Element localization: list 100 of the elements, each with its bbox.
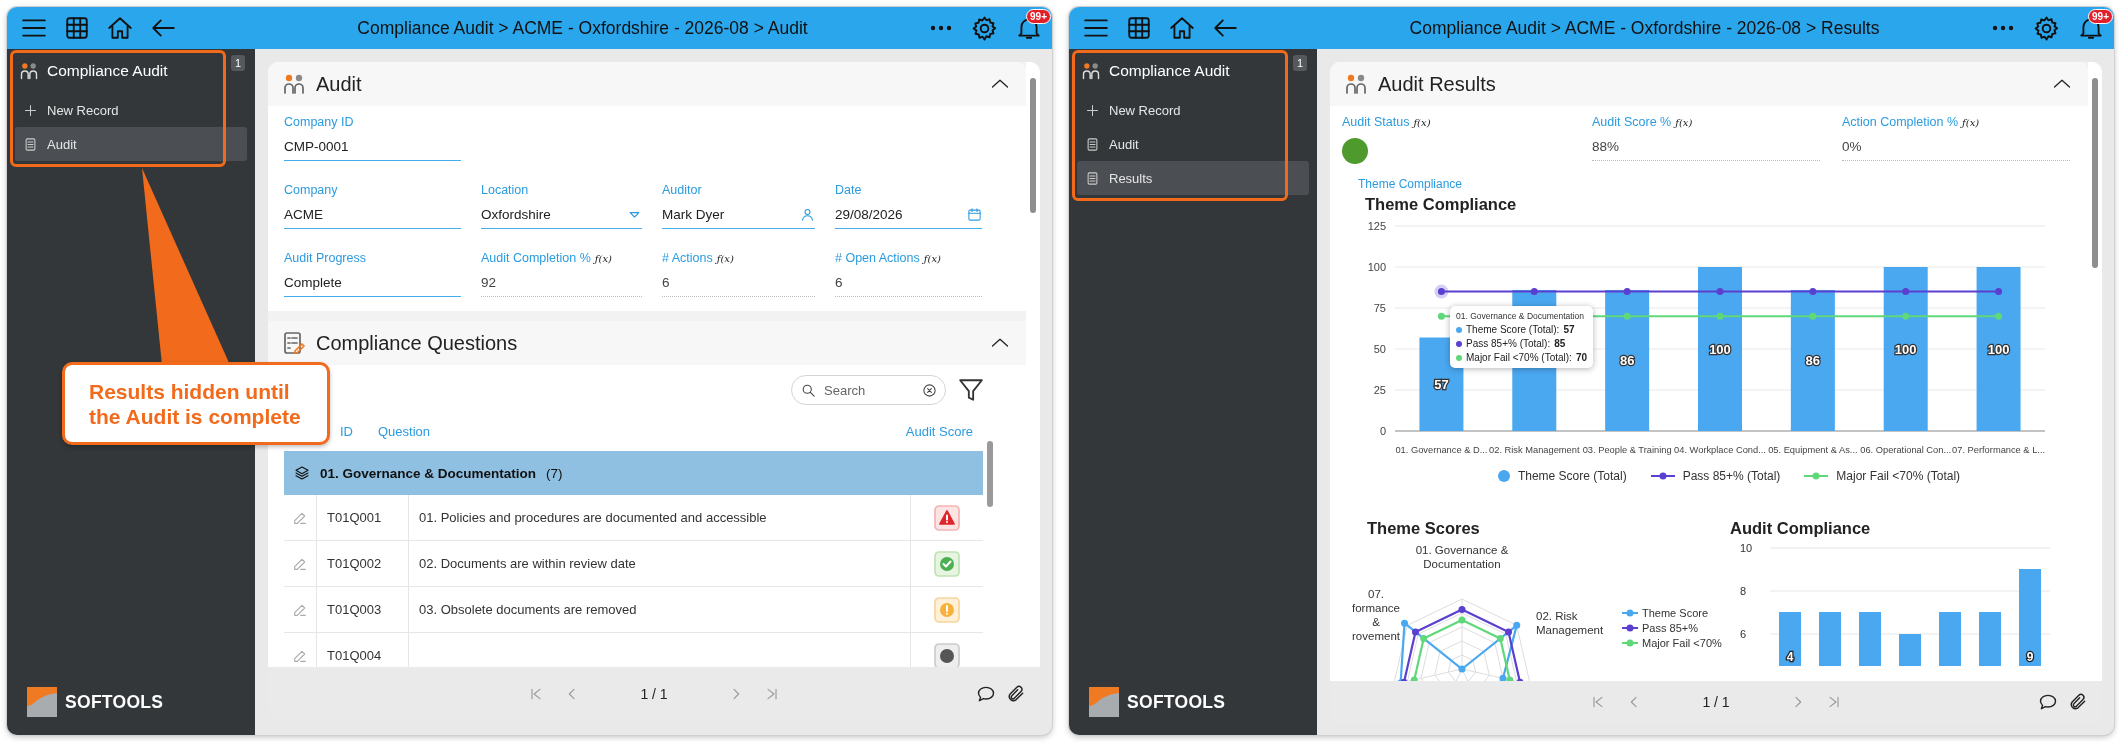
person-icon[interactable]: [800, 207, 815, 222]
checklist-icon: [282, 331, 306, 355]
table-cell: T01Q001: [317, 495, 409, 540]
legend-label[interactable]: Major Fail <70% (Total): [1836, 469, 1961, 483]
document-icon: [1085, 170, 1100, 186]
home-icon[interactable]: [1169, 15, 1195, 41]
bar[interactable]: [1883, 267, 1928, 431]
axis-tick-label: 125: [1367, 220, 1386, 232]
readonly-field: 92: [481, 272, 642, 297]
readonly-field: 6: [835, 272, 982, 297]
tooltip-value: 70: [1575, 352, 1587, 363]
nav-title: Compliance Audit: [47, 62, 169, 80]
data-label: 100: [1987, 342, 2010, 357]
bar: [1979, 612, 2001, 666]
document-icon: [1085, 136, 1100, 152]
input-field[interactable]: ACME: [284, 204, 461, 229]
field-label: # Actions: [662, 251, 713, 265]
axis-label: 07. Performance & L...: [1952, 445, 2046, 455]
plus-icon: [23, 102, 38, 118]
input-field[interactable]: Mark Dyer: [662, 204, 815, 229]
chart-label: Theme Compliance: [1358, 177, 1464, 191]
page-indicator: 1 / 1: [640, 685, 668, 702]
filter-icon[interactable]: [958, 377, 984, 403]
input-field[interactable]: Complete: [284, 272, 461, 297]
tooltip-title: 01. Governance & Documentation: [1456, 311, 1586, 321]
chart-title: Theme Scores: [1367, 519, 1481, 539]
scrollbar-thumb[interactable]: [987, 441, 993, 507]
input-field[interactable]: CMP-0001: [284, 136, 461, 161]
home-icon[interactable]: [107, 15, 133, 41]
legend-label[interactable]: Major Fail <70%: [1642, 637, 1722, 649]
nav-item[interactable]: New Record: [1077, 93, 1309, 127]
logo-icon: [27, 687, 57, 717]
attachment-icon[interactable]: [2068, 692, 2088, 712]
bar[interactable]: [1790, 289, 1835, 431]
input-field[interactable]: Oxfordshire: [481, 204, 642, 229]
clear-icon[interactable]: [922, 383, 937, 398]
field-label: Company ID: [284, 115, 354, 129]
scrollbar-thumb[interactable]: [1030, 78, 1036, 213]
tooltip-label: Theme Score (Total):: [1466, 324, 1560, 335]
legend-label[interactable]: Theme Score: [1642, 607, 1709, 619]
scrollbar-thumb[interactable]: [2092, 78, 2098, 268]
people-icon: [282, 72, 306, 96]
people-icon: [1081, 61, 1101, 81]
data-label: 9: [2026, 650, 2034, 664]
notification-badge: 99+: [2088, 9, 2113, 24]
comment-icon[interactable]: [2038, 692, 2058, 712]
table-cell: 03. Obsolete documents are removed: [409, 587, 911, 632]
table-cell: T01Q002: [317, 541, 409, 586]
bar[interactable]: [1976, 267, 2021, 431]
field-label: Audit Status: [1342, 115, 1410, 129]
search-field[interactable]: Search: [791, 375, 946, 405]
count-badge: 1: [1292, 55, 1307, 71]
settings-icon[interactable]: [2033, 14, 2060, 42]
people-icon: [19, 61, 39, 81]
legend-label[interactable]: Pass 85+% (Total): [1682, 469, 1781, 483]
nav-item[interactable]: Audit: [1077, 127, 1309, 161]
field-label: Action Completion %: [1842, 115, 1959, 129]
bar[interactable]: [1605, 289, 1650, 431]
axis-tick-label: 50: [1373, 343, 1386, 355]
attachment-icon[interactable]: [1006, 683, 1026, 704]
legend-label[interactable]: Pass 85+%: [1642, 622, 1698, 634]
count-badge: 1: [230, 55, 245, 71]
axis-label: 04. Workplace Cond...: [1674, 445, 1766, 455]
field-label: Audit Completion %: [481, 251, 591, 265]
document-icon: [23, 136, 38, 152]
grid-icon[interactable]: [64, 15, 90, 41]
group-row[interactable]: 01. Governance & Documentation (7): [284, 451, 983, 495]
field-label: Date: [835, 183, 862, 197]
nav-item[interactable]: New Record: [15, 93, 247, 127]
formula-mark: ƒ(x): [594, 252, 612, 264]
field-label: Location: [481, 183, 529, 197]
bar: [1939, 612, 1961, 666]
bar[interactable]: [1419, 337, 1464, 431]
nav-item[interactable]: Results: [1077, 161, 1309, 195]
readonly-field: 6: [662, 272, 815, 297]
chart-title: Audit Compliance: [1730, 519, 1872, 539]
search-icon: [801, 383, 816, 398]
formula-mark: ƒ(x): [1675, 116, 1693, 128]
legend-label[interactable]: Theme Score (Total): [1517, 469, 1627, 483]
axis-label: 01. Governance & D...: [1395, 445, 1488, 455]
axis-tick-label: 8: [1740, 585, 1747, 597]
brand-name: SOFTOOLS: [1127, 691, 1226, 713]
settings-icon[interactable]: [971, 14, 998, 42]
formula-mark: ƒ(x): [1962, 116, 1980, 128]
input-field[interactable]: 29/08/2026: [835, 204, 982, 229]
axis-tick-label: 6: [1740, 628, 1747, 640]
bar: [1779, 612, 1801, 666]
page-indicator: 1 / 1: [1702, 694, 1730, 710]
logo-icon: [1089, 687, 1119, 717]
bar[interactable]: [1698, 267, 1742, 431]
grid-icon[interactable]: [1126, 15, 1152, 41]
data-label: 100: [1709, 342, 1731, 357]
nav-item[interactable]: Audit: [15, 127, 247, 161]
tooltip-value: 85: [1554, 338, 1566, 349]
formula-mark: ƒ(x): [716, 252, 734, 264]
tooltip-label: Major Fail <70% (Total):: [1466, 352, 1572, 363]
axis-label: 07. formance & rovement: [1351, 587, 1401, 643]
group-count: (7): [546, 465, 563, 481]
brand-name: SOFTOOLS: [65, 691, 164, 713]
calendar-icon[interactable]: [967, 207, 982, 222]
